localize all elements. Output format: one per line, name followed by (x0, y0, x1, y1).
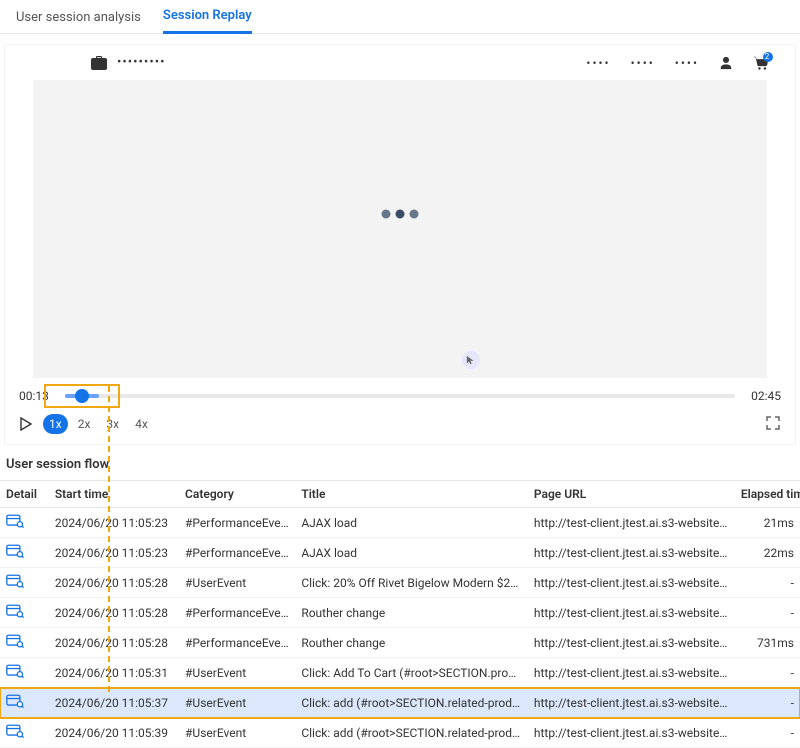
replay-page-title: ••••••••• (117, 55, 165, 70)
player-controls: 1x 2x 3x 4x (5, 414, 795, 444)
cell-elapsed: - (735, 688, 800, 718)
cell-title: Click: 20% Off Rivet Bigelow Modern $253… (295, 568, 528, 598)
detail-icon[interactable] (6, 514, 24, 528)
cell-category: #UserEvent (179, 658, 295, 688)
cart-icon: 2 (753, 56, 769, 70)
cell-category: #PerformanceEvent (179, 538, 295, 568)
table-row[interactable]: 2024/06/20 11:05:28#PerformanceEventRout… (0, 628, 800, 658)
replay-frame-header: ••••••••• •••• •••• •••• 2 (5, 45, 795, 80)
cell-title: Routher change (295, 598, 528, 628)
cell-start: 2024/06/20 11:05:23 (49, 538, 179, 568)
cell-start: 2024/06/20 11:05:28 (49, 568, 179, 598)
cell-elapsed: - (735, 568, 800, 598)
speed-3x[interactable]: 3x (100, 414, 125, 434)
session-cursor-icon (462, 351, 480, 369)
col-url: Page URL (528, 481, 735, 508)
cell-url: http://test-client.jtest.ai.s3-website.a (528, 508, 735, 538)
tab-session-replay[interactable]: Session Replay (163, 0, 252, 34)
detail-icon[interactable] (6, 664, 24, 678)
loading-dots-icon (382, 210, 419, 219)
col-elapsed: Elapsed time (735, 481, 800, 508)
detail-icon[interactable] (6, 544, 24, 558)
table-row[interactable]: 2024/06/20 11:05:23#PerformanceEventAJAX… (0, 538, 800, 568)
cell-start: 2024/06/20 11:05:23 (49, 508, 179, 538)
total-time-label: 02:45 (747, 389, 781, 403)
col-title: Title (295, 481, 528, 508)
cell-start: 2024/06/20 11:05:31 (49, 658, 179, 688)
cell-start: 2024/06/20 11:05:37 (49, 688, 179, 718)
table-header-row: Detail Start time Category Title Page UR… (0, 481, 800, 508)
tabs: User session analysis Session Replay (0, 0, 800, 34)
cell-start: 2024/06/20 11:05:39 (49, 718, 179, 748)
briefcase-icon (91, 56, 107, 70)
cell-category: #UserEvent (179, 688, 295, 718)
speed-1x[interactable]: 1x (43, 414, 68, 434)
cell-url: http://test-client.jtest.ai.s3-website.a (528, 688, 735, 718)
fullscreen-button[interactable] (765, 415, 781, 434)
detail-icon[interactable] (6, 724, 24, 738)
cell-start: 2024/06/20 11:05:28 (49, 598, 179, 628)
cell-title: Click: add (#root>SECTION.related-produc… (295, 688, 528, 718)
cell-category: #UserEvent (179, 568, 295, 598)
cell-url: http://test-client.jtest.ai.s3-website.a (528, 538, 735, 568)
detail-icon[interactable] (6, 694, 24, 708)
user-session-flow-title: User session flow (0, 451, 800, 480)
cell-elapsed: 21ms (735, 508, 800, 538)
cell-elapsed: 22ms (735, 538, 800, 568)
user-icon (719, 56, 733, 70)
speed-4x[interactable]: 4x (129, 414, 154, 434)
scrubber-thumb[interactable] (75, 389, 89, 403)
cell-url: http://test-client.jtest.ai.s3-website.a (528, 628, 735, 658)
cell-title: AJAX load (295, 508, 528, 538)
cell-category: #PerformanceEvent (179, 508, 295, 538)
replay-nav-link-2: •••• (631, 56, 655, 70)
replay-nav-link-1: •••• (586, 56, 610, 70)
cell-category: #PerformanceEvent (179, 598, 295, 628)
cell-elapsed: - (735, 598, 800, 628)
session-replay-player: ••••••••• •••• •••• •••• 2 00:13 02:45 (4, 44, 796, 445)
cell-title: AJAX load (295, 538, 528, 568)
col-start: Start time (49, 481, 179, 508)
cell-start: 2024/06/20 11:05:28 (49, 628, 179, 658)
cell-title: Click: Add To Cart (#root>SECTION.produc… (295, 658, 528, 688)
table-row[interactable]: 2024/06/20 11:05:39#UserEventClick: add … (0, 718, 800, 748)
cell-elapsed: - (735, 718, 800, 748)
table-row[interactable]: 2024/06/20 11:05:37#UserEventClick: add … (0, 688, 800, 718)
cell-url: http://test-client.jtest.ai.s3-website.a (528, 658, 735, 688)
table-row[interactable]: 2024/06/20 11:05:28#UserEventClick: 20% … (0, 568, 800, 598)
table-row[interactable]: 2024/06/20 11:05:23#PerformanceEventAJAX… (0, 508, 800, 538)
cell-url: http://test-client.jtest.ai.s3-website.a (528, 568, 735, 598)
table-row[interactable]: 2024/06/20 11:05:31#UserEventClick: Add … (0, 658, 800, 688)
scrubber-track[interactable] (65, 388, 735, 404)
speed-selector: 1x 2x 3x 4x (43, 414, 154, 434)
user-session-flow-table: Detail Start time Category Title Page UR… (0, 480, 800, 748)
replay-nav-link-3: •••• (675, 56, 699, 70)
speed-2x[interactable]: 2x (72, 414, 97, 434)
cell-url: http://test-client.jtest.ai.s3-website.a (528, 598, 735, 628)
cell-elapsed: 731ms (735, 628, 800, 658)
cell-category: #PerformanceEvent (179, 628, 295, 658)
detail-icon[interactable] (6, 574, 24, 588)
timeline-annotation-line (108, 386, 110, 692)
cart-badge-count: 2 (763, 52, 773, 62)
col-detail: Detail (0, 481, 49, 508)
detail-icon[interactable] (6, 634, 24, 648)
cell-category: #UserEvent (179, 718, 295, 748)
table-row[interactable]: 2024/06/20 11:05:28#PerformanceEventRout… (0, 598, 800, 628)
cell-url: http://test-client.jtest.ai.s3-website.a (528, 718, 735, 748)
scrubber: 00:13 02:45 (5, 378, 795, 414)
play-button[interactable] (19, 417, 33, 431)
cell-elapsed: - (735, 658, 800, 688)
col-category: Category (179, 481, 295, 508)
detail-icon[interactable] (6, 604, 24, 618)
cell-title: Click: add (#root>SECTION.related-produc… (295, 718, 528, 748)
replay-viewport (33, 80, 767, 378)
cell-title: Routher change (295, 628, 528, 658)
tab-user-session-analysis[interactable]: User session analysis (16, 2, 141, 33)
